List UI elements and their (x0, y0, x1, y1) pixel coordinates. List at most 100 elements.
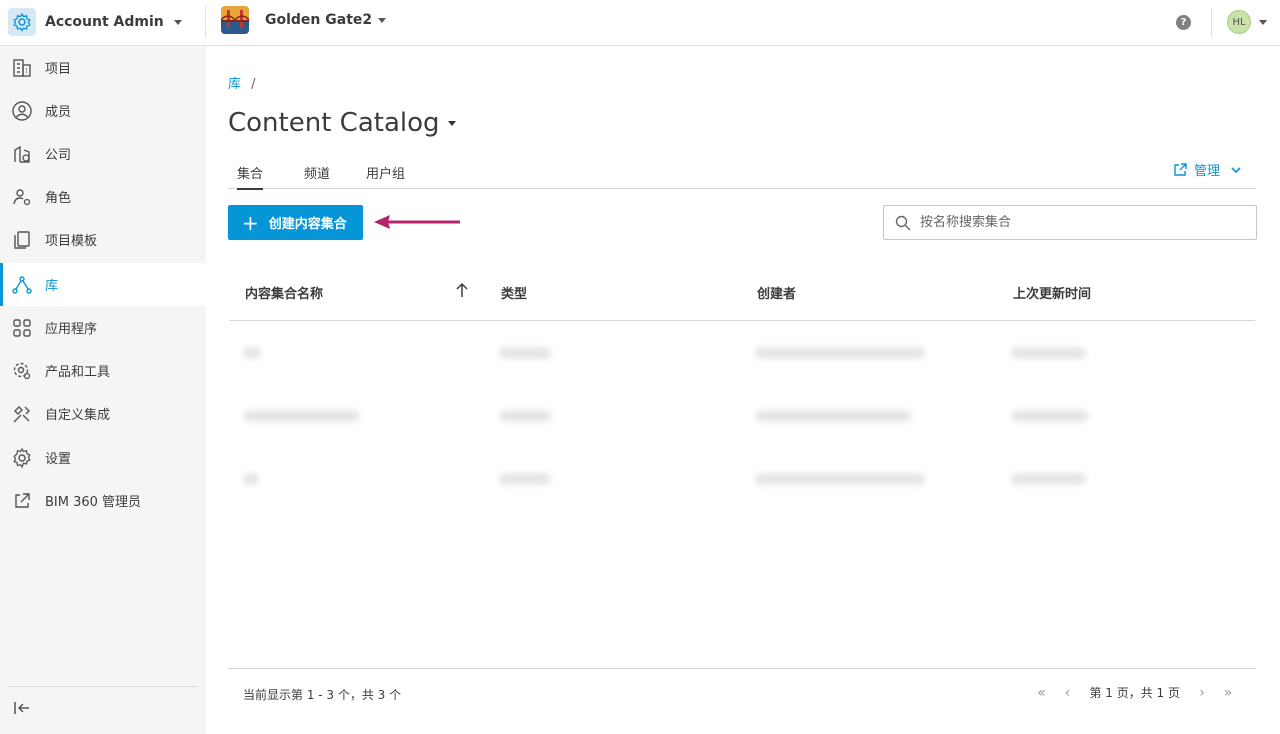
table-header: 内容集合名称 类型 创建者 上次更新时间 (229, 264, 1255, 321)
sidebar-item-members[interactable]: 成员 (0, 89, 206, 132)
sidebar-item-label: 自定义集成 (45, 408, 111, 423)
tab-channels[interactable]: 频道 (304, 163, 330, 182)
sidebar-item-label: 项目 (45, 62, 72, 77)
previous-page-icon[interactable]: ‹ (1059, 685, 1075, 701)
tab-bar: 集合 频道 用户组 管理 (228, 160, 1256, 190)
project-switcher[interactable]: Golden Gate2 (221, 4, 387, 36)
column-header-creator[interactable]: 创建者 (757, 283, 796, 302)
column-header-name[interactable]: 内容集合名称 (245, 283, 323, 302)
sidebar-item-label: 项目模板 (45, 234, 98, 249)
breadcrumb-link-library[interactable]: 库 (228, 77, 241, 92)
redacted-cell (1011, 347, 1086, 359)
search-box[interactable] (883, 205, 1257, 240)
redacted-cell (755, 473, 925, 485)
sidebar-item-label: 应用程序 (45, 322, 98, 337)
sidebar-item-label: 角色 (45, 191, 72, 206)
chevron-down-icon (173, 19, 182, 25)
help-icon[interactable]: ? (1176, 15, 1191, 30)
app-title: Account Admin (45, 14, 164, 30)
redacted-cell (755, 410, 911, 422)
sidebar-item-settings[interactable]: 设置 (0, 436, 206, 479)
integration-icon (13, 406, 30, 423)
sidebar-item-custom-integrations[interactable]: 自定义集成 (0, 392, 206, 435)
sidebar-item-label: 成员 (45, 105, 72, 120)
redacted-cell (1011, 473, 1086, 485)
sidebar-item-companies[interactable]: 公司 (0, 132, 206, 175)
sidebar-item-label: 库 (45, 279, 59, 294)
divider (8, 686, 198, 687)
sidebar-item-label: BIM 360 管理员 (45, 495, 142, 510)
chevron-down-icon (447, 120, 456, 126)
sort-ascending-icon[interactable] (455, 281, 469, 299)
external-link-icon (15, 493, 30, 508)
table-row[interactable] (229, 384, 1255, 447)
collections-table: 内容集合名称 类型 创建者 上次更新时间 (229, 264, 1255, 510)
page-title[interactable]: Content Catalog (228, 108, 456, 138)
sidebar-item-label: 设置 (45, 452, 72, 467)
table-row[interactable] (229, 447, 1255, 510)
last-page-icon[interactable]: » (1220, 685, 1236, 701)
library-icon (12, 276, 32, 294)
tab-user-groups[interactable]: 用户组 (366, 163, 405, 182)
create-collection-button[interactable]: + 创建内容集合 (228, 205, 363, 240)
external-link-icon (1174, 162, 1187, 176)
pagination: « ‹ 第 1 页，共 1 页 › » (1033, 684, 1236, 701)
tab-collections[interactable]: 集合 (237, 163, 264, 190)
sidebar-item-roles[interactable]: 角色 (0, 175, 206, 218)
gear-icon (13, 447, 31, 469)
search-input[interactable] (920, 215, 1240, 230)
sidebar-item-products-tools[interactable]: 产品和工具 (0, 349, 206, 392)
redacted-cell (1011, 410, 1089, 422)
sidebar-item-bim360-admin[interactable]: BIM 360 管理员 (0, 479, 206, 522)
gear-icon (8, 8, 36, 36)
sidebar-item-label: 产品和工具 (45, 365, 111, 380)
table-row[interactable] (229, 321, 1255, 384)
chevron-down-icon (1259, 19, 1267, 25)
first-page-icon[interactable]: « (1033, 685, 1049, 701)
app-switcher[interactable]: Account Admin (8, 6, 182, 38)
chevron-down-icon (1231, 166, 1241, 173)
results-count: 当前显示第 1 - 3 个，共 3 个 (243, 688, 402, 702)
sidebar-item-label: 公司 (45, 148, 72, 163)
top-bar: Account Admin Golden Gate2 ? HL (0, 0, 1280, 46)
company-icon (14, 145, 30, 163)
sidebar-item-apps[interactable]: 应用程序 (0, 306, 206, 349)
role-icon (13, 189, 31, 206)
avatar: HL (1227, 10, 1251, 34)
divider (205, 6, 206, 38)
apps-grid-icon (13, 319, 31, 337)
redacted-cell (499, 410, 551, 422)
column-header-last-updated[interactable]: 上次更新时间 (1013, 283, 1091, 302)
search-icon (895, 215, 911, 230)
sidebar-item-project-templates[interactable]: 项目模板 (0, 218, 206, 261)
tools-gear-icon (13, 362, 31, 380)
redacted-cell (243, 347, 261, 359)
breadcrumb: 库 / (228, 73, 256, 92)
divider (1211, 8, 1212, 38)
redacted-cell (243, 473, 259, 485)
manage-button[interactable]: 管理 (1173, 160, 1242, 179)
sidebar-item-library[interactable]: 库 (0, 263, 206, 306)
manage-label: 管理 (1193, 164, 1220, 179)
project-name: Golden Gate2 (265, 12, 373, 28)
user-circle-icon (12, 101, 32, 121)
create-collection-label: 创建内容集合 (268, 217, 347, 232)
page-info: 第 1 页，共 1 页 (1089, 686, 1180, 700)
annotation-arrow-icon (374, 215, 460, 229)
template-icon (14, 231, 30, 249)
collapse-sidebar-icon[interactable] (12, 698, 32, 718)
redacted-cell (243, 410, 359, 422)
redacted-cell (755, 347, 925, 359)
project-thumbnail (221, 6, 249, 34)
sidebar-item-projects[interactable]: 项目 (0, 46, 206, 89)
redacted-cell (499, 347, 551, 359)
next-page-icon[interactable]: › (1194, 685, 1210, 701)
chevron-down-icon (378, 17, 387, 23)
page-title-text: Content Catalog (228, 108, 440, 138)
breadcrumb-separator: / (251, 77, 256, 92)
column-header-type[interactable]: 类型 (501, 283, 527, 302)
sidebar: 项目 成员 公司 角色 项目模板 库 应用程序 产品和工具 自定义集成 设置 B… (0, 46, 206, 734)
plus-icon: + (242, 210, 259, 235)
user-menu[interactable]: HL (1227, 10, 1267, 34)
building-icon (13, 59, 31, 77)
